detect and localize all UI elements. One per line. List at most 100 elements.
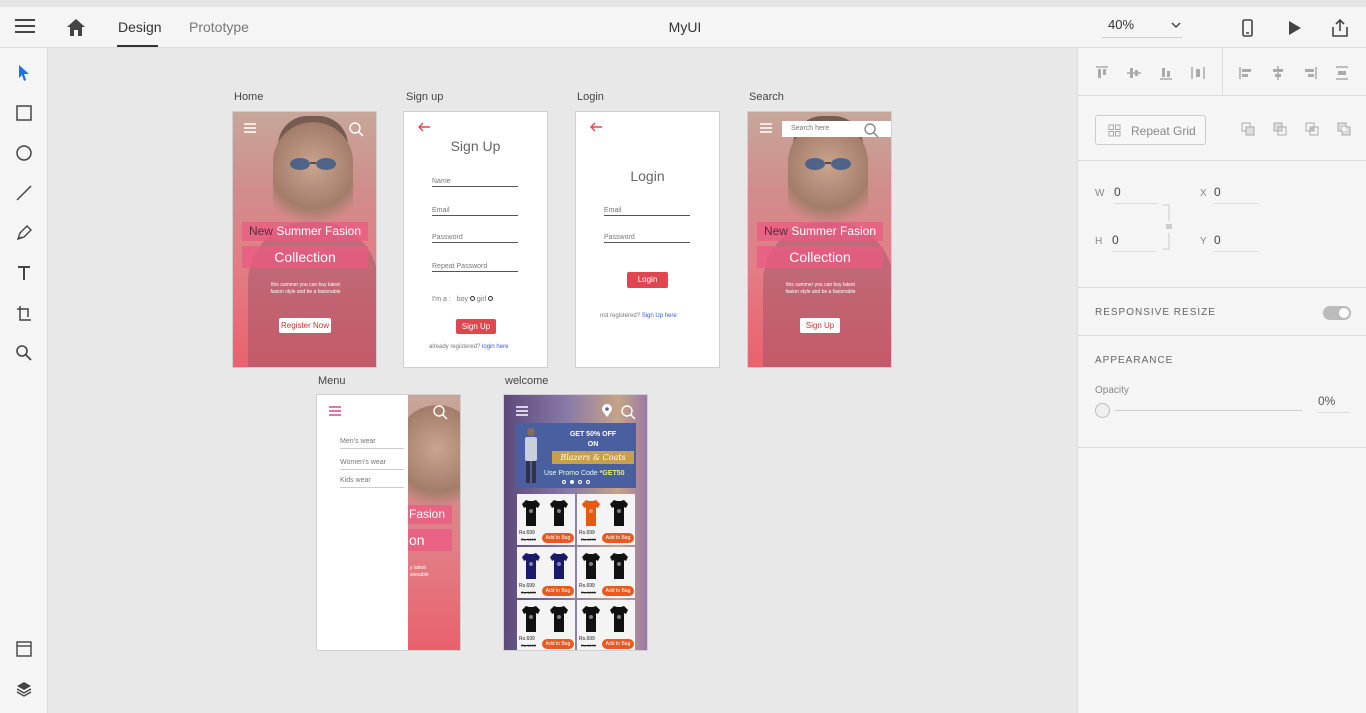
carousel-dot[interactable] <box>578 480 582 484</box>
tab-design[interactable]: Design <box>118 19 162 35</box>
opacity-input[interactable]: 0% <box>1318 394 1350 413</box>
carousel-dot-active[interactable] <box>570 480 574 484</box>
repeat-password-field[interactable]: Repeat Password <box>432 263 518 272</box>
email-field[interactable]: Email <box>432 207 518 216</box>
align-top-icon[interactable] <box>1094 65 1110 81</box>
artboard-label-home[interactable]: Home <box>234 91 263 103</box>
opacity-slider-handle[interactable] <box>1095 403 1110 418</box>
back-arrow-icon[interactable] <box>417 122 431 132</box>
home-icon[interactable] <box>64 16 88 38</box>
zoom-dropdown[interactable]: 40% <box>1108 17 1170 32</box>
align-right-icon[interactable] <box>1302 65 1318 81</box>
name-field[interactable]: Name <box>432 178 518 187</box>
boolean-add-icon[interactable] <box>1240 121 1256 137</box>
hamburger-icon[interactable] <box>328 405 342 417</box>
pen-tool-icon[interactable] <box>14 223 34 243</box>
artboard-login[interactable]: Login Email Password Login not registere… <box>575 111 720 368</box>
search-icon[interactable] <box>620 404 636 420</box>
menu-item-mens-wear[interactable]: Men's wear <box>340 438 404 449</box>
height-input[interactable]: 0 <box>1112 233 1156 252</box>
play-icon[interactable] <box>1283 17 1305 39</box>
girl-radio[interactable] <box>488 296 494 301</box>
align-center-icon[interactable] <box>1270 65 1286 81</box>
add-to-bag-button[interactable]: Add to Bag <box>602 639 634 649</box>
menu-item-kids-wear[interactable]: Kids wear <box>340 477 404 488</box>
search-icon[interactable] <box>432 404 448 420</box>
hamburger-icon[interactable] <box>243 122 257 134</box>
artboard-welcome[interactable]: GET 50% OFF ON Blazers & Coats Use Promo… <box>503 394 648 651</box>
login-here-link[interactable]: login here <box>482 344 508 350</box>
artboard-label-welcome[interactable]: welcome <box>505 375 548 387</box>
add-to-bag-button[interactable]: Add to Bag <box>542 586 574 596</box>
product-card[interactable]: Rs.699 Rs.1499 Add to Bag <box>517 494 575 545</box>
select-tool-icon[interactable] <box>14 63 34 83</box>
artboard-home[interactable]: New Summer Fasion Collection this summer… <box>232 111 377 368</box>
carousel-dot[interactable] <box>586 480 590 484</box>
boolean-subtract-icon[interactable] <box>1272 121 1288 137</box>
tab-prototype[interactable]: Prototype <box>189 19 249 35</box>
carousel-dots[interactable] <box>562 480 592 485</box>
signup-button[interactable]: Sign Up <box>456 319 496 334</box>
align-bottom-icon[interactable] <box>1158 65 1174 81</box>
artboard-search[interactable]: Search here New Summer Fasion Collection… <box>747 111 892 368</box>
carousel-dot[interactable] <box>562 480 566 484</box>
product-card[interactable]: Rs.699 Rs.1499 Add to Bag <box>577 494 635 545</box>
rectangle-tool-icon[interactable] <box>14 103 34 123</box>
boy-radio[interactable] <box>469 296 475 301</box>
register-now-button[interactable]: Register Now <box>279 318 331 333</box>
line-tool-icon[interactable] <box>14 183 34 203</box>
product-card[interactable]: Rs.699 Rs.1499 Add to Bag <box>517 600 575 650</box>
align-left-icon[interactable] <box>1238 65 1254 81</box>
lock-aspect-icon[interactable] <box>1163 203 1173 251</box>
location-pin-icon[interactable] <box>601 404 613 418</box>
product-card[interactable]: Rs.699 Rs.1499 Add to Bag <box>577 600 635 650</box>
add-to-bag-button[interactable]: Add to Bag <box>602 586 634 596</box>
align-middle-icon[interactable] <box>1126 65 1142 81</box>
menu-item-womens-wear[interactable]: Women's wear <box>340 459 404 470</box>
artboard-label-login[interactable]: Login <box>577 91 604 103</box>
artboard-signup[interactable]: Sign Up Name Email Password Repeat Passw… <box>403 111 548 368</box>
search-icon[interactable] <box>863 122 879 138</box>
hamburger-icon[interactable] <box>515 405 529 417</box>
login-button[interactable]: Login <box>627 272 668 288</box>
design-canvas[interactable]: Home New Summer Fasion Collection this s… <box>48 48 1078 713</box>
distribute-horizontal-icon[interactable] <box>1190 65 1206 81</box>
add-to-bag-button[interactable]: Add to Bag <box>542 639 574 649</box>
artboard-label-signup[interactable]: Sign up <box>406 91 443 103</box>
add-to-bag-button[interactable]: Add to Bag <box>542 533 574 543</box>
artboard-tool-icon[interactable] <box>14 303 34 323</box>
artboard-menu[interactable]: Fasion on y latest sionable Men's wear Wo… <box>316 394 461 651</box>
signup-button[interactable]: Sign Up <box>800 318 840 333</box>
width-input[interactable]: 0 <box>1114 185 1158 204</box>
opacity-slider-track[interactable] <box>1115 410 1302 411</box>
email-field[interactable]: Email <box>604 207 690 216</box>
search-icon[interactable] <box>348 121 364 137</box>
password-field[interactable]: Password <box>432 234 518 243</box>
assets-panel-icon[interactable] <box>14 639 34 659</box>
password-field[interactable]: Password <box>604 234 690 243</box>
repeat-grid-button[interactable]: Repeat Grid <box>1095 115 1206 145</box>
artboard-label-menu[interactable]: Menu <box>318 375 346 387</box>
device-preview-icon[interactable] <box>1236 17 1258 39</box>
hamburger-icon[interactable] <box>759 122 773 134</box>
layers-panel-icon[interactable] <box>14 679 34 699</box>
add-to-bag-button[interactable]: Add to Bag <box>602 533 634 543</box>
text-tool-icon[interactable] <box>14 263 34 283</box>
distribute-vertical-icon[interactable] <box>1334 65 1350 81</box>
boolean-intersect-icon[interactable] <box>1304 121 1320 137</box>
ellipse-tool-icon[interactable] <box>14 143 34 163</box>
promo-banner[interactable]: GET 50% OFF ON Blazers & Coats Use Promo… <box>516 423 636 488</box>
x-input[interactable]: 0 <box>1214 185 1258 204</box>
chevron-down-icon[interactable] <box>1170 20 1182 30</box>
y-input[interactable]: 0 <box>1214 233 1258 252</box>
artboard-label-search[interactable]: Search <box>749 91 784 103</box>
share-icon[interactable] <box>1329 17 1351 39</box>
zoom-tool-icon[interactable] <box>14 343 34 363</box>
product-card[interactable]: Rs.699 Rs.1499 Add to Bag <box>517 547 575 598</box>
back-arrow-icon[interactable] <box>589 122 603 132</box>
product-card[interactable]: Rs.699 Rs.1499 Add to Bag <box>577 547 635 598</box>
responsive-resize-toggle[interactable] <box>1323 306 1351 320</box>
signup-here-link[interactable]: Sign Up here <box>642 313 677 319</box>
boolean-exclude-icon[interactable] <box>1336 121 1352 137</box>
hamburger-menu-icon[interactable] <box>15 19 35 35</box>
